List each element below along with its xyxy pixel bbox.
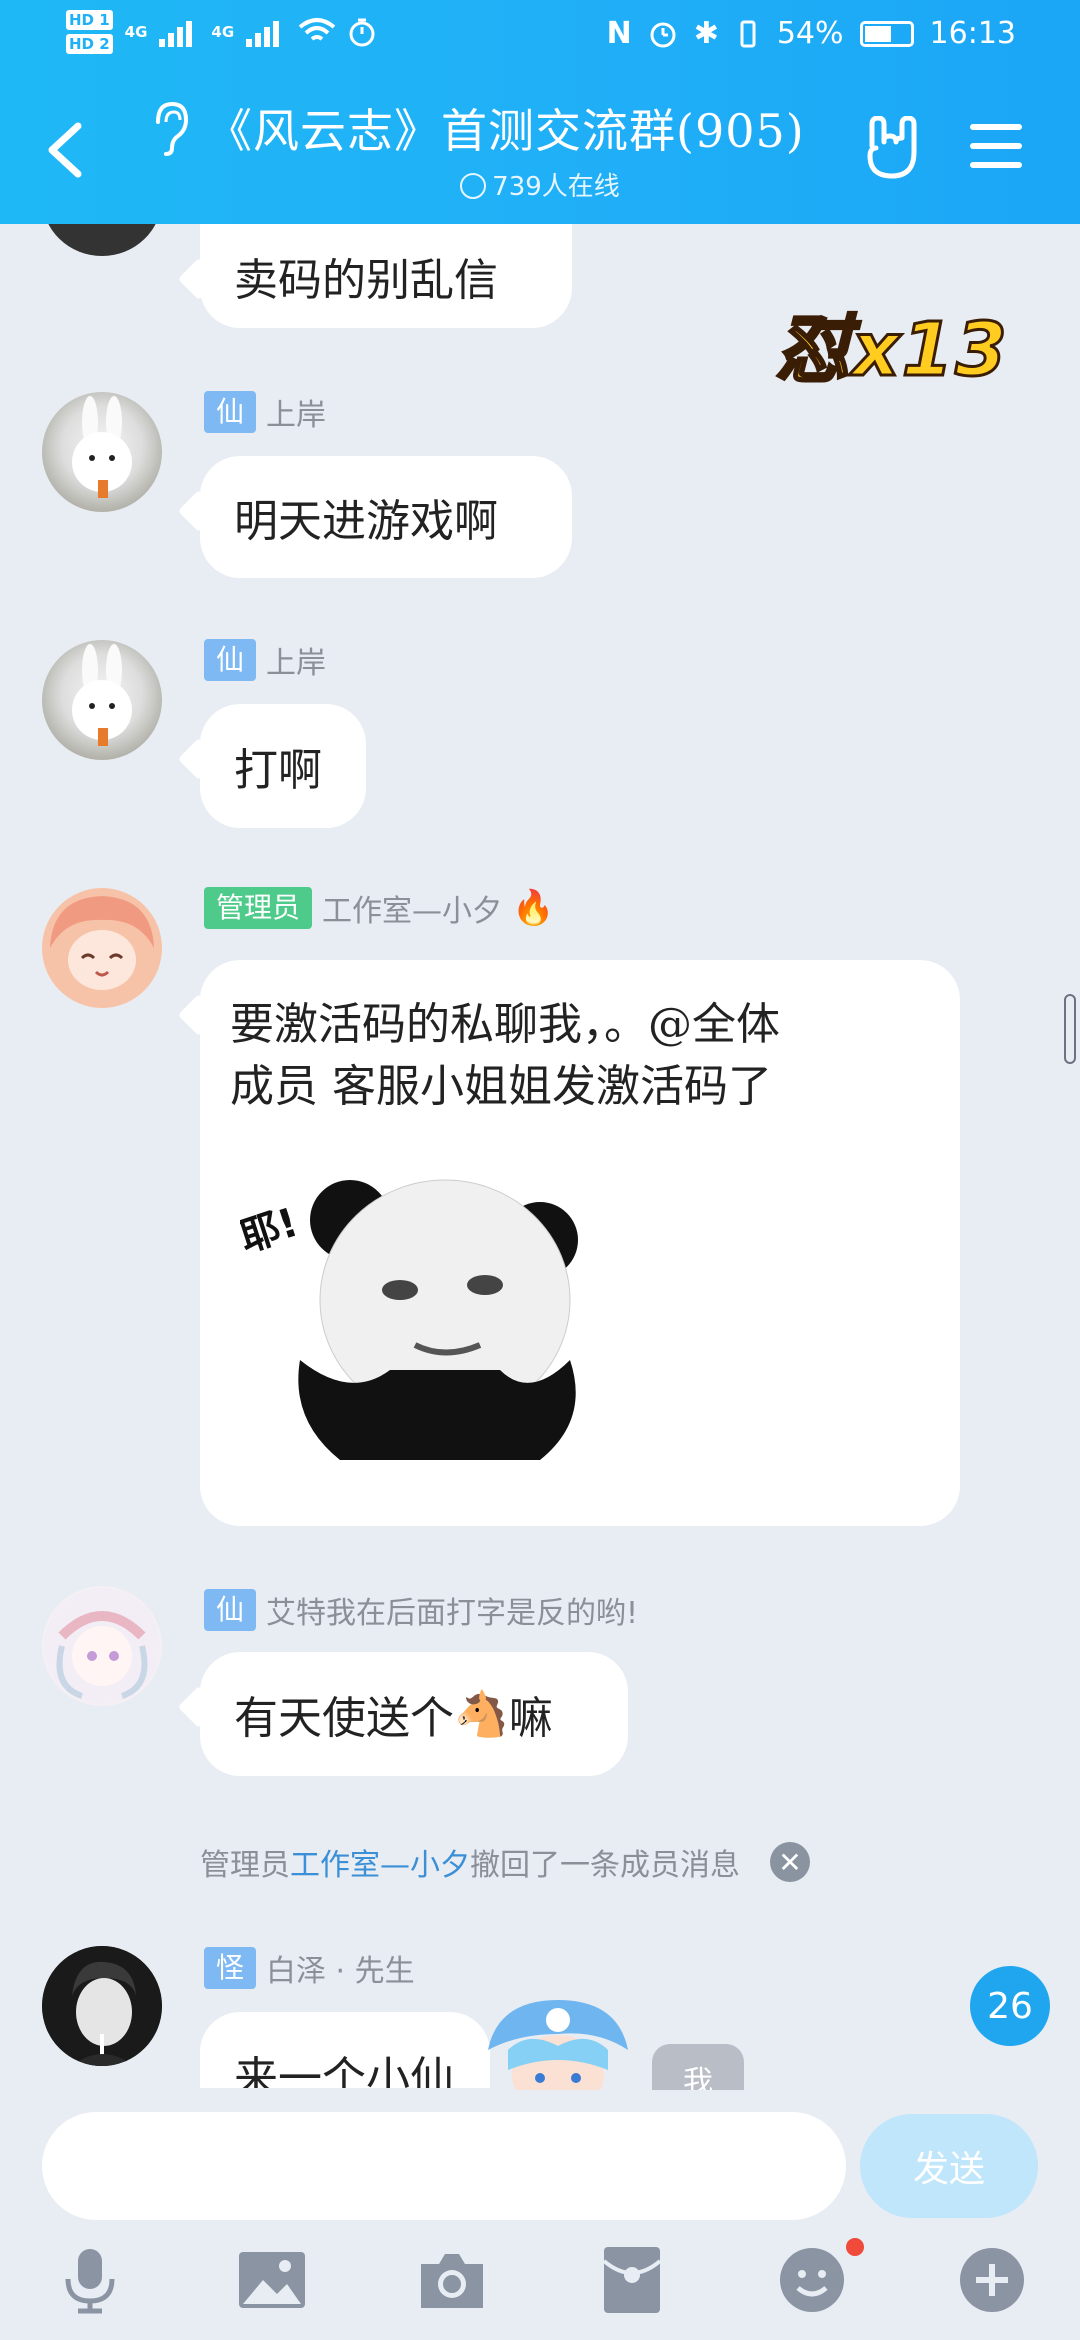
member-tag: 仙: [204, 391, 257, 433]
battery-icon: [859, 20, 914, 47]
avatar[interactable]: [42, 1586, 162, 1706]
notification-dot: [846, 2238, 864, 2256]
camera-icon[interactable]: [412, 2240, 492, 2320]
message-bubble[interactable]: 有天使送个 🐴 嘛: [200, 1652, 628, 1776]
battery-percent: 54%: [776, 16, 844, 51]
hd2-badge: HD 2: [66, 34, 113, 54]
input-toolbar: [0, 2240, 1080, 2340]
combo-effect: 怼x13: [775, 306, 1009, 395]
recall-notice: 管理员 工作室—小夕 撤回了一条成员消息 ✕: [200, 1840, 810, 1884]
message-input[interactable]: [42, 2112, 846, 2220]
menu-button[interactable]: [970, 124, 1022, 170]
wifi-icon: [298, 18, 336, 41]
notice-actor-link[interactable]: 工作室—小夕: [290, 1840, 470, 1884]
anime-avatar-art: [42, 888, 162, 1008]
message-text: 来一个小仙: [234, 2053, 454, 2088]
message-text: 明天进游戏啊: [234, 496, 498, 547]
message-text-line: 要激活码的私聊我，。@全体: [230, 999, 780, 1050]
header: HD 1 HD 2 4G 4G N ✱ 54% 16:13 《风云志》首测交流群…: [0, 0, 1080, 224]
message-bubble[interactable]: 打啊: [200, 704, 366, 828]
status-bar: HD 1 HD 2 4G 4G N ✱ 54% 16:13: [0, 0, 1080, 76]
fire-icon: 🔥: [512, 888, 555, 928]
group-title: 《风云志》首测交流群(905): [206, 104, 805, 158]
sender-name[interactable]: 上岸: [266, 638, 326, 682]
message-text: 嘛: [508, 1693, 553, 1744]
hand-gesture-icon[interactable]: [862, 116, 918, 180]
close-icon[interactable]: ✕: [770, 1842, 810, 1882]
send-button[interactable]: 发送: [860, 2114, 1038, 2218]
avatar[interactable]: [42, 1946, 162, 2066]
message-text: 卖码的别乱信: [234, 255, 498, 306]
sender-name[interactable]: 艾特我在后面打字是反的哟!: [266, 1588, 638, 1632]
signal-icon: [246, 17, 286, 47]
image-icon[interactable]: [232, 2240, 312, 2320]
message-text-line: 成员 客服小姐姐发激活码了: [230, 1061, 772, 1112]
vibrate-icon: [740, 20, 756, 47]
timer-icon: [349, 18, 375, 47]
sender-name[interactable]: 上岸: [266, 390, 326, 434]
send-label: 发送: [912, 2149, 985, 2190]
message-text: 有天使送个: [234, 1693, 454, 1744]
redpacket-icon[interactable]: [592, 2240, 672, 2320]
avatar[interactable]: [42, 888, 162, 1008]
notice-prefix: 管理员: [200, 1848, 290, 1883]
emoji-icon[interactable]: [772, 2240, 852, 2320]
horse-emoji-icon: 🐴: [454, 1689, 509, 1740]
panda-sticker-art: 耶!: [234, 1179, 578, 1460]
bluetooth-icon: ✱: [693, 16, 719, 51]
sender-line: 仙 上岸: [204, 638, 326, 682]
hd1-badge: HD 1: [66, 10, 113, 30]
member-tag: 怪: [204, 1947, 257, 1989]
unread-badge[interactable]: 26: [970, 1966, 1050, 2046]
member-tag: 仙: [204, 1589, 257, 1631]
online-text: 739人在线: [492, 172, 620, 202]
sender-line: 仙 艾特我在后面打字是反的哟!: [204, 1588, 638, 1632]
plus-icon[interactable]: [952, 2240, 1032, 2320]
input-bar: 发送: [0, 2090, 1080, 2340]
online-count[interactable]: 739人在线: [0, 166, 1080, 203]
alarm-icon: [650, 22, 676, 47]
admin-tag: 管理员: [204, 887, 313, 929]
sender-name[interactable]: 工作室—小夕: [322, 886, 502, 930]
message-bubble[interactable]: 卖码的别乱信: [200, 224, 572, 328]
rabbit-avatar-art: [72, 644, 132, 746]
sender-line: 仙 上岸: [204, 390, 326, 434]
title-row[interactable]: 《风云志》首测交流群(905): [150, 98, 850, 158]
mic-icon[interactable]: [50, 2240, 130, 2320]
nfc-icon: N: [606, 16, 632, 51]
signal-icon: [159, 17, 199, 47]
net2-label: 4G: [211, 23, 235, 41]
avatar[interactable]: [42, 392, 162, 512]
status-right: N ✱ 54% 16:13: [607, 16, 1016, 51]
scrollbar-thumb[interactable]: [1064, 994, 1076, 1064]
message-text: 打啊: [234, 745, 322, 796]
notice-suffix: 撤回了一条成员消息: [470, 1848, 740, 1883]
member-tag: 仙: [204, 639, 257, 681]
panda-sticker[interactable]: 耶!: [234, 1160, 640, 1470]
message-bubble[interactable]: 要激活码的私聊我，。@全体 成员 客服小姐姐发激活码了 耶!: [200, 960, 960, 1526]
status-left: HD 1 HD 2 4G 4G: [66, 10, 376, 54]
anime-avatar-art: [44, 1588, 160, 1704]
sender-line: 管理员 工作室—小夕 🔥: [204, 886, 554, 930]
chevron-down-icon: [460, 173, 487, 199]
avatar[interactable]: [42, 640, 162, 760]
message-bubble[interactable]: 来一个小仙: [200, 2012, 490, 2088]
sender-name[interactable]: 白泽 · 先生: [266, 1946, 415, 1990]
net1-label: 4G: [124, 23, 148, 41]
sticker-caption: 耶!: [240, 1200, 304, 1262]
sender-line: 怪 白泽 · 先生: [204, 1946, 415, 1990]
man-avatar-art: [42, 1946, 162, 2066]
rabbit-avatar-art: [72, 396, 132, 498]
ear-icon[interactable]: [150, 100, 190, 156]
message-bubble[interactable]: 明天进游戏啊: [200, 456, 572, 578]
hd-badges: HD 1 HD 2: [66, 10, 113, 54]
unread-count: 26: [987, 1985, 1033, 2027]
clock: 16:13: [929, 16, 1016, 51]
